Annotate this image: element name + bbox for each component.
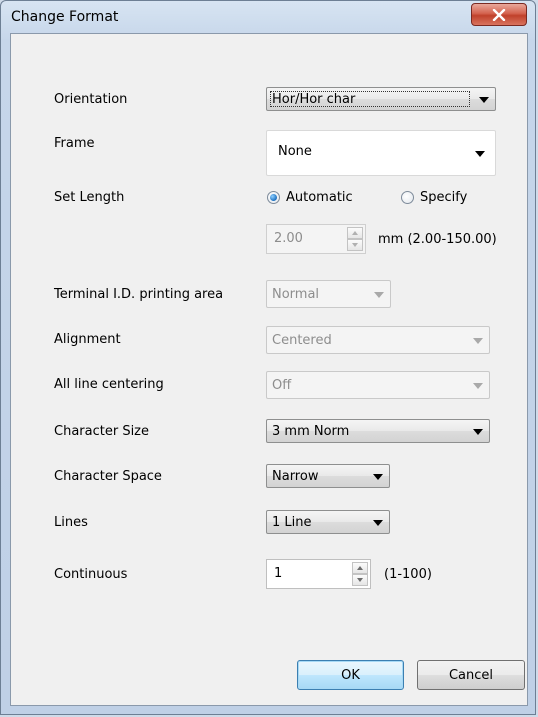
frame-value: None — [278, 144, 312, 159]
orientation-label: Orientation — [54, 92, 128, 107]
close-icon — [492, 8, 506, 21]
set-length-label: Set Length — [54, 190, 125, 205]
chevron-down-icon — [374, 292, 384, 298]
alignment-select[interactable]: Centered — [266, 326, 490, 354]
cancel-button[interactable]: Cancel — [417, 660, 525, 690]
window-title: Change Format — [11, 9, 119, 25]
character-space-select[interactable]: Narrow — [266, 464, 390, 488]
terminal-id-value: Normal — [272, 287, 320, 302]
spin-up-icon[interactable] — [352, 562, 368, 574]
radio-selected-icon — [267, 191, 280, 204]
ok-button[interactable]: OK — [297, 660, 404, 690]
radio-unselected-icon — [401, 191, 414, 204]
title-bar[interactable]: Change Format — [1, 1, 537, 33]
chevron-down-icon — [373, 474, 383, 480]
continuous-label: Continuous — [54, 567, 128, 582]
orientation-value: Hor/Hor char — [272, 92, 356, 107]
continuous-spinbox[interactable]: 1 — [266, 559, 371, 589]
lines-label: Lines — [54, 515, 88, 530]
chevron-down-icon — [373, 520, 383, 526]
character-size-value: 3 mm Norm — [272, 424, 350, 439]
orientation-select[interactable]: Hor/Hor char — [266, 87, 496, 111]
chevron-down-icon — [473, 383, 483, 389]
chevron-down-icon — [473, 429, 483, 435]
character-size-select[interactable]: 3 mm Norm — [266, 419, 490, 443]
frame-label: Frame — [54, 136, 95, 151]
chevron-down-icon — [475, 151, 485, 157]
length-range-text: mm (2.00-150.00) — [378, 232, 497, 247]
spin-up-icon[interactable] — [347, 227, 363, 239]
length-spinbox[interactable]: 2.00 — [266, 224, 366, 254]
specify-label: Specify — [420, 190, 468, 205]
all-line-centering-value: Off — [272, 378, 292, 393]
lines-value: 1 Line — [272, 515, 312, 530]
spin-down-icon[interactable] — [352, 574, 368, 586]
alignment-label: Alignment — [54, 332, 121, 347]
chevron-down-icon — [479, 97, 489, 103]
continuous-range-text: (1-100) — [384, 567, 432, 582]
terminal-id-select[interactable]: Normal — [266, 280, 391, 308]
dialog-window: Change Format Orientation Hor/Hor char F… — [0, 0, 536, 715]
close-button[interactable] — [471, 3, 527, 26]
all-line-centering-label: All line centering — [54, 377, 164, 392]
chevron-down-icon — [473, 338, 483, 344]
character-size-label: Character Size — [54, 424, 149, 439]
character-space-label: Character Space — [54, 469, 162, 484]
length-value: 2.00 — [274, 231, 303, 246]
continuous-value: 1 — [274, 566, 283, 581]
spin-down-icon[interactable] — [347, 239, 363, 251]
lines-select[interactable]: 1 Line — [266, 510, 390, 534]
set-length-specify-radio[interactable]: Specify — [401, 190, 467, 205]
all-line-centering-select[interactable]: Off — [266, 371, 490, 399]
set-length-automatic-radio[interactable]: Automatic — [267, 190, 353, 205]
terminal-id-label: Terminal I.D. printing area — [54, 287, 224, 302]
frame-select[interactable]: None — [266, 130, 496, 176]
alignment-value: Centered — [272, 333, 332, 348]
dialog-content: Orientation Hor/Hor char Frame None Set … — [10, 33, 528, 706]
character-space-value: Narrow — [272, 469, 319, 484]
automatic-label: Automatic — [286, 190, 353, 205]
